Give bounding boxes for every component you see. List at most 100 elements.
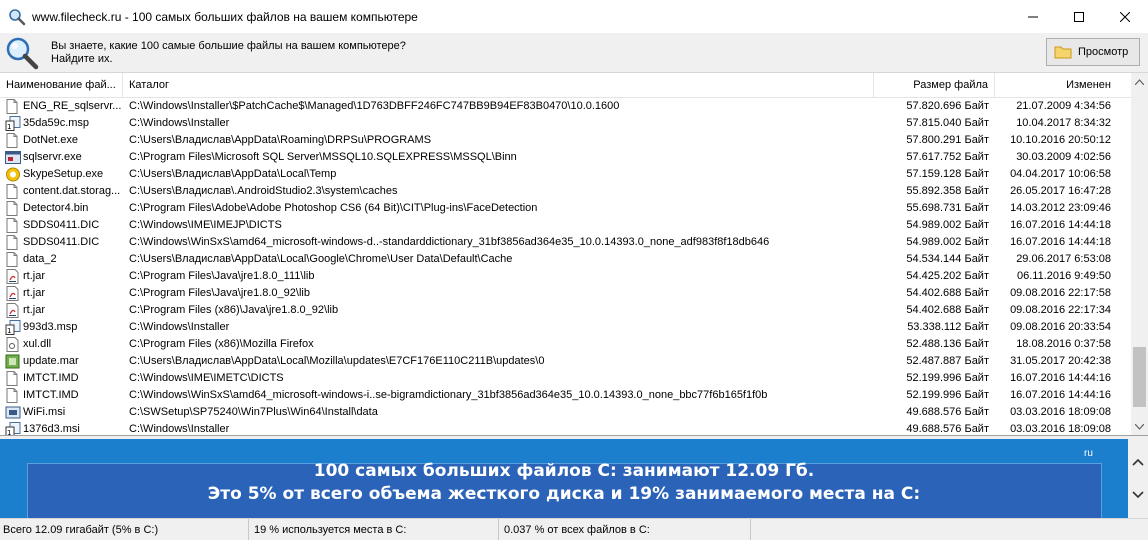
cell-name: ENG_RE_sqlservr... — [23, 100, 121, 112]
cell-name: content.dat.storag... — [23, 185, 121, 197]
cell-modified: 03.03.2016 18:09:08 — [1010, 406, 1111, 418]
chevron-down-icon[interactable] — [1128, 484, 1148, 506]
cell-size: 52.199.996 Байт — [906, 372, 989, 384]
cell-name: xul.dll — [23, 338, 52, 350]
cell-name: 993d3.msp — [23, 321, 78, 333]
msi-file-icon — [5, 405, 21, 420]
cell-dir: C:\Windows\Installer — [129, 423, 230, 435]
status-files: 0.037 % от всех файлов в C: — [501, 519, 751, 540]
file-list[interactable]: Наименование фай... Каталог Размер файла… — [0, 73, 1131, 435]
table-row[interactable]: 1 993d3.msp C:\Windows\Installer 53.338.112… — [0, 319, 1131, 336]
table-row[interactable]: ENG_RE_sqlservr... C:\Windows\Installer\$… — [0, 98, 1131, 115]
table-row[interactable]: SkypeSetup.exe C:\Users\Владислав\AppData… — [0, 166, 1131, 183]
cell-modified: 03.03.2016 18:09:08 — [1010, 423, 1111, 435]
cell-size: 57.800.291 Байт — [906, 134, 989, 146]
cell-name: IMTCT.IMD — [23, 372, 79, 384]
cell-modified: 16.07.2016 14:44:18 — [1010, 219, 1111, 231]
cell-size: 54.989.002 Байт — [906, 236, 989, 248]
table-row[interactable]: rt.jar C:\Program Files\Java\jre1.8.0_92\… — [0, 285, 1131, 302]
column-modified[interactable]: Изменен — [995, 73, 1125, 98]
cell-modified: 09.08.2016 22:17:58 — [1010, 287, 1111, 299]
status-bar: Всего 12.09 гигабайт (5% в C:) 19 % испо… — [0, 518, 1148, 540]
scroll-down-icon[interactable] — [1131, 418, 1148, 435]
cell-modified: 26.05.2017 16:47:28 — [1010, 185, 1111, 197]
list-rows: ENG_RE_sqlservr... C:\Windows\Installer\$… — [0, 98, 1131, 435]
column-dir[interactable]: Каталог — [123, 73, 874, 98]
table-row[interactable]: sqlservr.exe C:\Program Files\Microsoft S… — [0, 149, 1131, 166]
svg-text:1: 1 — [7, 123, 11, 131]
table-row[interactable]: SDDS0411.DIC C:\Windows\IME\IMEJP\DICTS 54… — [0, 217, 1131, 234]
folder-icon — [1054, 46, 1072, 59]
minimize-icon — [1028, 16, 1038, 17]
cell-dir: C:\Users\Владислав\AppData\Local\Google\… — [129, 253, 513, 265]
exe-file-icon — [5, 150, 21, 165]
cell-modified: 21.07.2009 4:34:56 — [1016, 100, 1111, 112]
cell-size: 57.815.040 Байт — [906, 117, 989, 129]
doc-file-icon — [5, 371, 21, 386]
close-icon — [1120, 11, 1130, 22]
window-title: www.filecheck.ru - 100 самых больших фай… — [32, 9, 418, 24]
cell-dir: C:\Windows\Installer\$PatchCache$\Manage… — [129, 100, 620, 112]
table-row[interactable]: DotNet.exe C:\Users\Владислав\AppData\Roa… — [0, 132, 1131, 149]
table-row[interactable]: update.mar C:\Users\Владислав\AppData\Loc… — [0, 353, 1131, 370]
cell-name: rt.jar — [23, 270, 45, 282]
cell-dir: C:\Users\Владислав\AppData\Local\Temp — [129, 168, 337, 180]
column-name[interactable]: Наименование фай... — [0, 73, 123, 98]
msp-file-icon: 1 — [5, 320, 21, 335]
scroll-thumb[interactable] — [1133, 347, 1146, 407]
cell-name: IMTCT.IMD — [23, 389, 79, 401]
maximize-button[interactable] — [1056, 0, 1102, 33]
doc-file-icon — [5, 133, 21, 148]
table-row[interactable]: SDDS0411.DIC C:\Windows\WinSxS\amd64_micr… — [0, 234, 1131, 251]
cell-size: 49.688.576 Байт — [906, 406, 989, 418]
table-row[interactable]: 1 35da59c.msp C:\Windows\Installer 57.815.0… — [0, 115, 1131, 132]
cell-size: 54.989.002 Байт — [906, 219, 989, 231]
jar-file-icon — [5, 286, 21, 301]
cell-name: rt.jar — [23, 304, 45, 316]
table-row[interactable]: rt.jar C:\Program Files\Java\jre1.8.0_111… — [0, 268, 1131, 285]
cell-dir: C:\Users\Владислав\AppData\Roaming\DRPSu… — [129, 134, 432, 146]
jar-file-icon — [5, 269, 21, 284]
table-row[interactable]: xul.dll C:\Program Files (x86)\Mozilla Fi… — [0, 336, 1131, 353]
close-button[interactable] — [1102, 0, 1148, 33]
cell-dir: C:\Windows\IME\IMEJP\DICTS — [129, 219, 282, 231]
cell-modified: 16.07.2016 14:44:18 — [1010, 236, 1111, 248]
table-row[interactable]: rt.jar C:\Program Files (x86)\Java\jre1.8… — [0, 302, 1131, 319]
table-row[interactable]: Detector4.bin C:\Program Files\Adobe\Adob… — [0, 200, 1131, 217]
cell-name: SkypeSetup.exe — [23, 168, 104, 180]
cell-dir: C:\Program Files (x86)\Java\jre1.8.0_92\… — [129, 304, 339, 316]
cell-dir: C:\Users\Владислав\.AndroidStudio2.3\sys… — [129, 185, 398, 197]
doc-file-icon — [5, 184, 21, 199]
table-row[interactable]: content.dat.storag... C:\Users\Владислав\… — [0, 183, 1131, 200]
cell-dir: C:\Program Files\Adobe\Adobe Photoshop C… — [129, 202, 538, 214]
banner-subtitle: Это 5% от всего объема жесткого диска и … — [207, 484, 921, 504]
table-row[interactable]: data_2 C:\Users\Владислав\AppData\Local\G… — [0, 251, 1131, 268]
info-bar: Вы знаете, какие 100 самые большие файлы… — [0, 33, 1148, 73]
cell-size: 55.892.358 Байт — [906, 185, 989, 197]
doc-file-icon — [5, 201, 21, 216]
table-row[interactable]: 1 1376d3.msi C:\Windows\Installer 49.688.57… — [0, 421, 1131, 435]
banner-scrollbar[interactable] — [1128, 439, 1148, 518]
scroll-up-icon[interactable] — [1131, 73, 1148, 90]
cell-modified: 16.07.2016 14:44:16 — [1010, 389, 1111, 401]
cell-modified: 10.04.2017 8:34:32 — [1016, 117, 1111, 129]
table-row[interactable]: WiFi.msi C:\SWSetup\SP75240\Win7Plus\Win6… — [0, 404, 1131, 421]
skype-file-icon — [5, 167, 21, 182]
list-scrollbar[interactable] — [1131, 73, 1148, 435]
msp-file-icon: 1 — [5, 422, 21, 435]
language-link[interactable]: ru — [1084, 448, 1093, 459]
minimize-button[interactable] — [1010, 0, 1056, 33]
status-used: 19 % используется места в C: — [251, 519, 499, 540]
table-row[interactable]: IMTCT.IMD C:\Windows\WinSxS\amd64_microso… — [0, 387, 1131, 404]
cell-size: 53.338.112 Байт — [907, 321, 989, 333]
chevron-up-icon[interactable] — [1128, 451, 1148, 473]
cell-name: sqlservr.exe — [23, 151, 82, 163]
table-row[interactable]: IMTCT.IMD C:\Windows\IME\IMETC\DICTS 52.19… — [0, 370, 1131, 387]
view-button[interactable]: Просмотр — [1046, 38, 1140, 66]
cell-dir: C:\Windows\WinSxS\amd64_microsoft-window… — [129, 389, 768, 401]
cell-dir: C:\Windows\Installer — [129, 117, 230, 129]
cell-name: rt.jar — [23, 287, 45, 299]
view-button-label: Просмотр — [1078, 46, 1129, 58]
jar-file-icon — [5, 303, 21, 318]
column-size[interactable]: Размер файла — [874, 73, 995, 98]
